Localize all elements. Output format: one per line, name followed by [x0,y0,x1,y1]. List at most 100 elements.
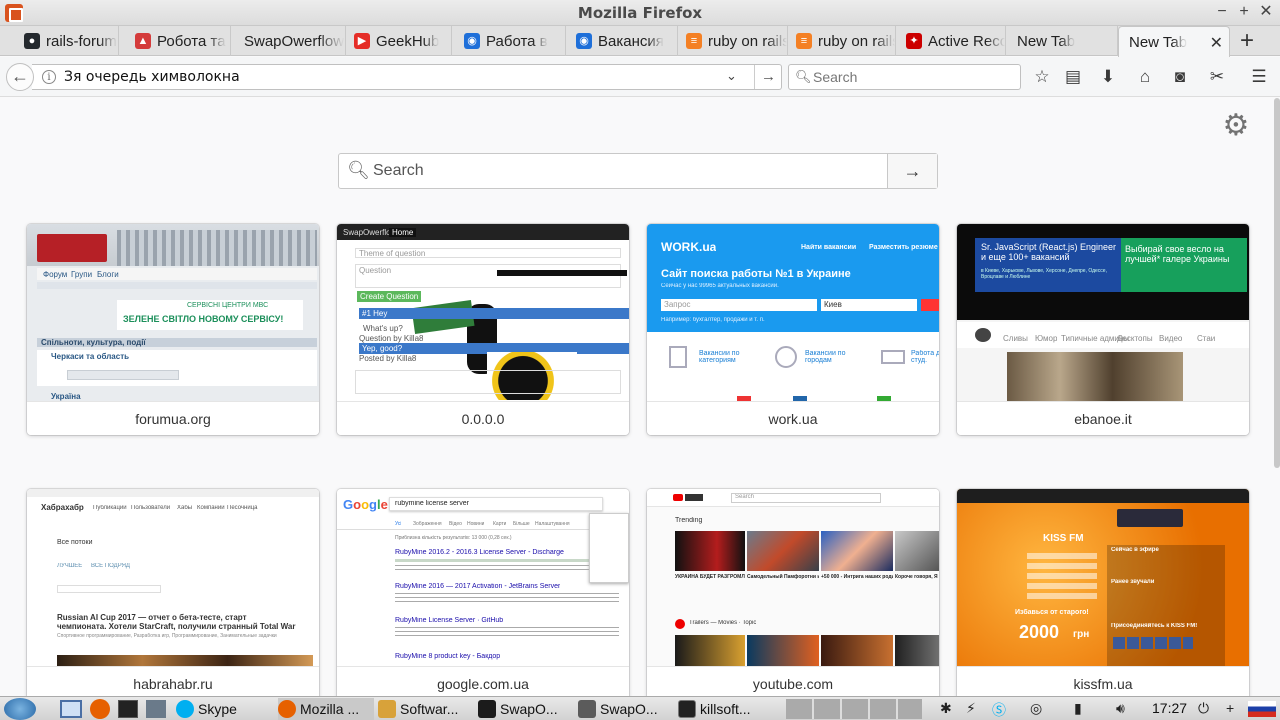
screenshot-icon[interactable]: ✂ [1206,67,1228,89]
search-go-button[interactable]: → [887,154,937,188]
tab-label: Работа в [486,32,548,50]
tab-ruby-on-rails[interactable]: ≡ ruby on rails [678,26,788,56]
workspace-switcher[interactable] [786,699,922,719]
title-bar: Mozilla Firefox − + ✕ [0,0,1280,26]
bluetooth-icon[interactable]: ✱ [940,700,952,717]
start-menu-icon[interactable] [4,698,36,720]
tab-new-tab[interactable]: New Tab [1008,26,1118,56]
chevron-down-icon[interactable]: ⌄ [726,68,737,84]
tab-robota[interactable]: ▲ Робота та [127,26,231,56]
clock[interactable]: 17:27 [1152,700,1187,716]
habr-feed: Все потоки [57,539,93,546]
top-site-tile[interactable]: SwapOwerflow Home Theme of question Ques… [337,224,629,435]
info-icon[interactable]: i [42,70,56,84]
tab-geekhub[interactable]: ▶ GeekHub [346,26,452,56]
menu-item: Десктопы [1117,334,1153,343]
home-icon[interactable]: ⌂ [1134,67,1156,89]
kiss-price: 2000 [1019,622,1060,642]
top-site-tile[interactable]: Форум Групи Блоги СЕРВІСНІ ЦЕНТРИ МВС ЗЕ… [27,224,319,435]
back-button[interactable]: ← [6,63,34,91]
search-input[interactable]: Search [813,69,857,85]
top-site-tile[interactable]: WORK.ua Найти вакансии Разместить резюме… [647,224,939,435]
maximize-button[interactable]: + [1234,2,1254,22]
question-item: What's up? [363,324,403,333]
scrollbar[interactable] [1274,98,1280,468]
google-result: RubyMine 8 product key - Бакдор [395,653,501,660]
yt-caption: Короче говоря, Я [895,574,938,580]
nav-home: Home [389,228,417,237]
top-site-tile[interactable]: Хабрахабр Публикации Пользователи Хабы К… [27,489,319,700]
menu-item: Сливы [1003,334,1028,343]
tile-thumbnail: WORK.ua Найти вакансии Разместить резюме… [647,224,939,401]
taskbar-item-firefox[interactable]: Mozilla ... [278,698,374,720]
google-logo-icon: Google [343,497,388,512]
ad-slogan: Выбирай свое весло на лучшей* галере Укр… [1125,244,1230,264]
taskbar-item-label: SwapO... [600,701,658,717]
tab-ruby-on-rails-2[interactable]: ≡ ruby on rails [788,26,896,56]
terminal-launcher-icon[interactable] [118,700,138,718]
tile-label: youtube.com [647,666,939,700]
top-site-tile[interactable]: Search Trending УКРАИНА БУДЕТ РАЗГРОМЛЕН… [647,489,939,700]
url-input[interactable]: Зя очередь химволокна [64,69,240,85]
kiss-logo: KISS FM [1043,533,1084,544]
top-site-tile[interactable]: Sr. JavaScript (React.js) Engineer и еще… [957,224,1249,435]
skype-tray-icon[interactable]: Ⓢ [992,700,1006,720]
taskbar-item-swapo-folder[interactable]: SwapO... [578,698,674,720]
skype-icon [176,700,194,718]
tab-active-record[interactable]: ✦ Active Record [898,26,1006,56]
hamburger-menu-icon[interactable]: ☰ [1248,67,1270,89]
search-bar[interactable]: 🔍︎ Search [788,64,1021,90]
shutdown-icon[interactable]: ⏻ [1198,700,1209,717]
new-tab-button[interactable]: + [1236,28,1258,54]
signal-icon[interactable]: ▮ [1074,700,1082,717]
create-question-button: Create Question [357,291,422,302]
taskbar-item-terminal[interactable]: killsoft... [678,698,778,720]
top-site-tile[interactable]: KISS FM Избавься от старого! 2000 грн Се… [957,489,1249,700]
top-site-tile[interactable]: Google rubymine license server Усі Зобра… [337,489,629,700]
tile-label: work.ua [647,401,939,435]
newtab-search-field[interactable]: 🔍︎ Search → [338,153,938,189]
theme-input: Theme of question [359,249,426,258]
volume-icon[interactable]: 🔊︎ [1116,700,1125,717]
yt-caption: Самодельный Памфоротни из Настоящих Ламб… [747,574,819,580]
close-tab-icon[interactable]: ✕ [1210,33,1223,53]
power-icon[interactable]: ⚡ [966,700,976,717]
tab-new-tab-active[interactable]: New Tab ✕ [1118,26,1230,57]
download-icon[interactable]: ⬇ [1097,67,1119,89]
tab-rabota-v[interactable]: ◉ Работа в [456,26,566,56]
keyboard-layout-flag-icon[interactable] [1248,701,1276,717]
files-launcher-icon[interactable] [146,700,166,718]
pocket-icon[interactable]: ◙ [1169,67,1191,89]
firefox-launcher-icon[interactable] [90,699,110,719]
taskbar-item-swapo-rubymine[interactable]: SwapO... [478,698,574,720]
yt-caption: +50 000 - Интрига наших родители купили [821,574,893,580]
google-tab: Налаштування [535,521,570,527]
rabota-icon: ◉ [464,33,480,49]
tab-vakansiya[interactable]: ◉ Вакансия [568,26,678,56]
network-icon[interactable]: ◎ [1030,700,1042,717]
gear-icon[interactable]: ⚙ [1220,111,1252,143]
go-arrow-button[interactable]: → [754,65,782,89]
taskbar-item-skype[interactable]: Skype [176,698,276,720]
minimize-button[interactable]: − [1212,2,1232,22]
newtab-search-input[interactable]: Search [373,162,424,180]
show-desktop-icon[interactable] [60,700,82,718]
add-icon[interactable]: + [1226,700,1234,716]
tab-swapowerflow[interactable]: SwapOwerflow [232,26,346,56]
stackoverflow-icon: ≡ [796,33,812,49]
google-tab: Новини [467,521,485,527]
menu-item: Стаи [1197,334,1216,343]
tile-thumbnail: Sr. JavaScript (React.js) Engineer и еще… [957,224,1249,401]
google-tab: Більше [513,521,530,527]
bookmark-star-icon[interactable]: ☆ [1031,67,1053,89]
work-query: Запрос [661,299,817,311]
close-window-button[interactable]: ✕ [1256,2,1276,22]
tab-label: SwapOwerflow [244,32,345,50]
tab-rails-forum[interactable]: ● rails-forum [16,26,119,56]
yt-section: Trailers — Movies · Topic [689,620,757,626]
google-tab: Відео [449,521,462,527]
kiss-promo: Избавься от старого! [1015,609,1089,616]
url-bar[interactable]: i Зя очередь химволокна ⌄ → [32,64,782,90]
taskbar-item-software[interactable]: Softwar... [378,698,474,720]
library-icon[interactable]: ▤ [1062,67,1084,89]
